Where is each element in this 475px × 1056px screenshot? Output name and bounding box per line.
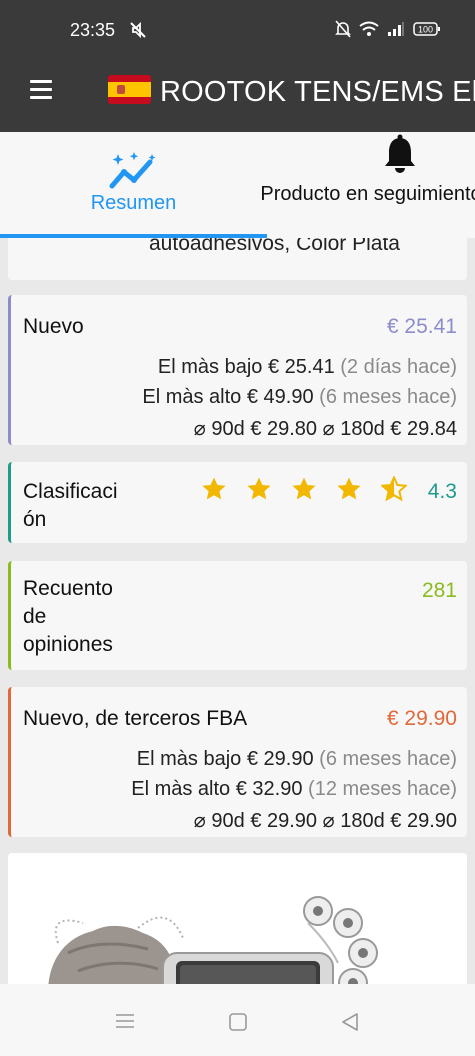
nuevo-lowest-label: El màs bajo [157, 356, 263, 378]
nuevo-price: € 25.41 [386, 315, 457, 338]
fba-avg90-price: € 29.90 [250, 810, 318, 832]
review-count-label: Recuento de opiniones [23, 575, 113, 659]
product-title-text: autoadhesivos, Color Plata [149, 238, 400, 255]
review-count-label-line3: opiniones [23, 633, 113, 656]
price-card-fba[interactable]: Nuevo, de terceros FBA € 29.90 El màs ba… [8, 687, 467, 837]
fba-label: Nuevo, de terceros FBA [23, 707, 248, 730]
fba-avg180-price: € 29.90 [390, 810, 457, 832]
tab-bar: Resumen Producto en seguimiento [0, 132, 475, 238]
rating-label-line1: Clasificaci [23, 480, 118, 503]
menu-icon[interactable] [30, 80, 52, 100]
wifi-icon [359, 21, 379, 36]
fba-avg180-label: ⌀ 180d [322, 810, 385, 832]
signal-icon [388, 22, 404, 36]
review-count-card[interactable]: Recuento de opiniones 281 [8, 561, 467, 670]
star-half-icon [381, 476, 407, 502]
rating-value: 4.3 [427, 480, 457, 503]
rating-card[interactable]: Clasificaci ón 4.3 [8, 462, 467, 543]
nuevo-highest-label: El màs alto [142, 386, 242, 408]
rating-stars [201, 476, 407, 502]
fba-average-row: ⌀ 90d € 29.90 ⌀ 180d € 29.90 [194, 808, 457, 833]
rating-label: Clasificaci ón [23, 478, 118, 534]
fba-avg90-label: ⌀ 90d [193, 810, 245, 832]
review-count-label-line1: Recuento [23, 577, 113, 600]
battery-icon: 100 [413, 22, 440, 36]
back-icon[interactable] [340, 1012, 360, 1032]
page-title: ROOTOK TENS/EMS Ele [160, 76, 475, 108]
system-navigation-bar [0, 984, 475, 1056]
nuevo-highest-row: El màs alto € 49.90 (6 meses hace) [142, 386, 457, 409]
review-count-value: 281 [421, 579, 457, 602]
fba-highest-label: El màs alto [131, 778, 231, 800]
star-full-icon [292, 477, 316, 500]
mute-icon [130, 21, 146, 39]
fba-price: € 29.90 [386, 707, 457, 730]
star-full-icon [337, 477, 361, 500]
nuevo-avg90-label: ⌀ 90d [193, 418, 245, 440]
bell-icon [385, 134, 415, 173]
price-card-nuevo[interactable]: Nuevo € 25.41 El màs bajo € 25.41 (2 día… [8, 295, 467, 445]
nuevo-lowest-when: (2 días hace) [340, 356, 457, 378]
product-title-card: autoadhesivos, Color Plata [8, 238, 467, 280]
nuevo-lowest-price: € 25.41 [267, 356, 335, 378]
star-full-icon [202, 477, 226, 500]
notifications-off-icon [335, 20, 351, 38]
nuevo-avg90-price: € 29.80 [250, 418, 318, 440]
fba-lowest-row: El màs bajo € 29.90 (6 meses hace) [137, 748, 457, 771]
nuevo-label: Nuevo [23, 315, 84, 338]
product-image-card[interactable] [8, 853, 467, 984]
tab-resumen[interactable]: Resumen [0, 132, 267, 238]
fba-highest-when: (12 meses hace) [308, 778, 457, 800]
status-bar: 23:35 100 [0, 0, 475, 58]
app-bar: ROOTOK TENS/EMS Ele [0, 58, 475, 132]
spain-flag-icon [108, 75, 151, 104]
fba-lowest-when: (6 meses hace) [319, 748, 457, 770]
tab-resumen-label: Resumen [90, 192, 177, 214]
fba-lowest-price: € 29.90 [246, 748, 314, 770]
main-content[interactable]: autoadhesivos, Color Plata Nuevo € 25.41… [0, 238, 475, 984]
product-image [48, 896, 378, 984]
nuevo-avg180-label: ⌀ 180d [322, 418, 385, 440]
tab-seguimiento-label: Producto en seguimiento [260, 183, 475, 205]
nuevo-highest-price: € 49.90 [246, 386, 314, 408]
rating-label-line2: ón [23, 508, 47, 531]
status-time: 23:35 [70, 20, 116, 40]
recent-apps-icon[interactable] [114, 1012, 136, 1030]
nuevo-highest-when: (6 meses hace) [319, 386, 457, 408]
battery-level: 100 [418, 25, 433, 35]
fba-highest-row: El màs alto € 32.90 (12 meses hace) [131, 778, 457, 801]
fba-lowest-label: El màs bajo [136, 748, 242, 770]
fba-highest-price: € 32.90 [235, 778, 303, 800]
home-icon[interactable] [228, 1012, 248, 1032]
nuevo-avg180-price: € 29.84 [390, 418, 457, 440]
star-full-icon [247, 477, 271, 500]
review-count-label-line2: de [23, 605, 47, 628]
nuevo-average-row: ⌀ 90d € 29.80 ⌀ 180d € 29.84 [194, 416, 457, 441]
tab-producto-en-seguimiento[interactable]: Producto en seguimiento [260, 132, 475, 238]
nuevo-lowest-row: El màs bajo € 25.41 (2 días hace) [158, 356, 457, 379]
trend-sparkle-icon [109, 152, 156, 189]
